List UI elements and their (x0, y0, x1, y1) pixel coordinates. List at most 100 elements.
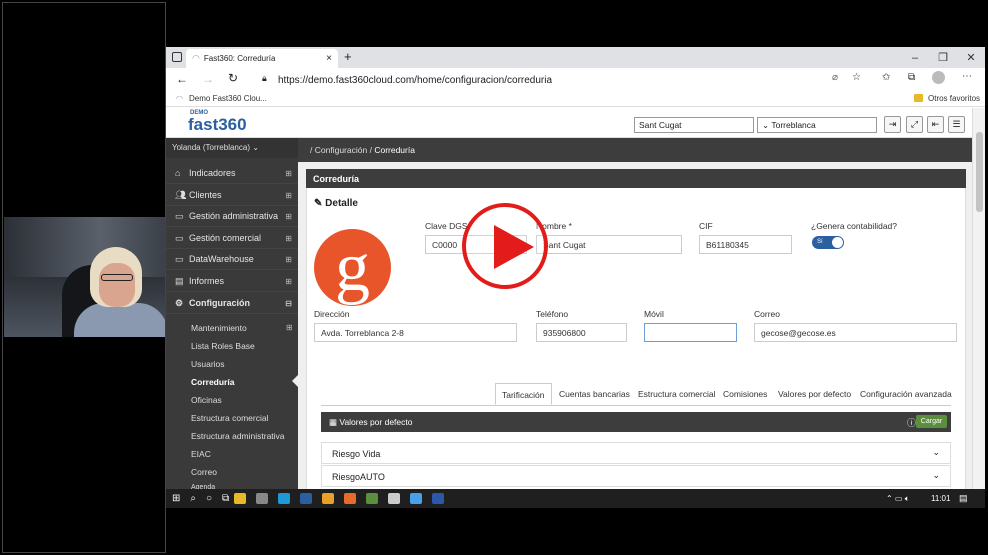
telefono-field[interactable]: 935906800 (536, 323, 627, 342)
sidebar-item-configuracion[interactable]: ⚙ Configuración ⊟ (166, 293, 298, 314)
chevron-down-icon: ⌄ (932, 470, 940, 480)
webcam-video-feed (4, 217, 165, 337)
clave-label: Clave DGS (425, 221, 468, 231)
expand-icon: ⊞ (285, 190, 292, 200)
accordion-riesgo-auto[interactable]: RiesgoAUTO ⌄ (321, 465, 951, 487)
chevron-down-icon: ⌄ (762, 120, 772, 130)
tab-tarificacion[interactable]: Tarificación (495, 383, 552, 405)
other-favorites[interactable]: Otros favoritos (928, 94, 980, 103)
cortana-icon[interactable]: ○ (206, 493, 212, 504)
windows-taskbar: ⊞ ⌕ ○ ⧉ ⌃ ▭ 🔈︎ 11:01 ▤ (166, 489, 985, 508)
refresh-icon[interactable]: ↻ (228, 71, 238, 85)
forward-icon[interactable]: → (202, 72, 214, 86)
windows-start-icon[interactable]: ⊞ (172, 493, 180, 504)
sidebar-item-indicadores[interactable]: ⌂ Indicadores ⊞ (166, 163, 298, 184)
movil-field[interactable] (644, 323, 737, 342)
tab-comisiones[interactable]: Comisiones (723, 383, 767, 405)
sidebar-subitem-active[interactable]: Correduría (191, 377, 234, 387)
contabilidad-label: ¿Genera contabilidad? (811, 221, 898, 231)
tab-valores-por-defecto[interactable]: Valores por defecto (778, 383, 851, 405)
sidebar-item-gestion-administrativa[interactable]: ▭ Gestión administrativa ⊞ (166, 206, 298, 227)
users-icon: 👥︎ (175, 189, 187, 200)
collections-icon[interactable]: ⧉ (908, 72, 915, 83)
back-icon[interactable]: ← (176, 72, 188, 86)
contabilidad-toggle[interactable]: Sí (812, 236, 844, 249)
accordion-riesgo-vida[interactable]: Riesgo Vida ⌄ (321, 442, 951, 464)
sidebar-subitem[interactable]: Lista Roles Base (191, 341, 255, 351)
office-select[interactable]: Sant Cugat (634, 117, 754, 133)
monitor-icon: ▭ (175, 210, 184, 221)
restore-icon[interactable]: ❐ (929, 47, 957, 68)
table-icon: ▦ (329, 417, 340, 427)
search-icon[interactable]: ⌕ (190, 493, 196, 504)
cif-field[interactable]: B61180345 (699, 235, 792, 254)
browser-tab-active[interactable]: ◠ Fast360: Correduría × (186, 49, 338, 68)
logout-icon[interactable]: ⇤ (927, 116, 944, 133)
fast360-logo[interactable]: fast360 (188, 115, 247, 135)
system-tray-icons[interactable]: ⌃ ▭ 🔈︎ (886, 494, 910, 504)
file-icon: ▤ (175, 275, 184, 286)
notifications-icon[interactable]: ▤ (959, 493, 968, 504)
tab-estructura-comercial[interactable]: Estructura comercial (638, 383, 715, 405)
expand-icon: ⊞ (285, 168, 292, 178)
expand-icon: ⊞ (285, 254, 292, 264)
close-window-icon[interactable]: ✕ (957, 47, 985, 68)
sidebar-item-informes[interactable]: ▤ Informes ⊞ (166, 271, 298, 292)
chrome-icon[interactable] (322, 493, 335, 504)
favorite-star-icon[interactable]: ☆ (852, 72, 861, 83)
sidebar-subitem[interactable]: Mantenimiento (191, 323, 247, 333)
app-icon[interactable] (388, 493, 401, 504)
edge-icon[interactable] (278, 493, 291, 504)
cargar-button[interactable]: Cargar (916, 415, 947, 428)
firefox-icon[interactable] (344, 493, 357, 504)
sidebar-item-clientes[interactable]: 👥︎ Clientes ⊞ (166, 185, 298, 206)
sidebar-subitem[interactable]: Oficinas (191, 395, 222, 405)
minimize-icon[interactable]: – (901, 47, 929, 68)
sidebar-subitem[interactable]: Correo (191, 467, 217, 477)
card-title: Correduría (306, 169, 966, 188)
word-icon[interactable] (432, 493, 445, 504)
task-view-icon[interactable]: ⧉ (222, 493, 229, 504)
tab-configuracion-avanzada[interactable]: Configuración avanzada (860, 383, 952, 405)
monitor-icon: ▭ (175, 232, 184, 243)
company-logo: g (314, 229, 391, 306)
sidebar-subitem[interactable]: Usuarios (191, 359, 225, 369)
play-icon (494, 225, 534, 269)
tab-title: Fast360: Correduría (203, 54, 276, 63)
sidebar-item-gestion-comercial[interactable]: ▭ Gestión comercial ⊞ (166, 228, 298, 249)
breadcrumb-parent[interactable]: Configuración (315, 145, 367, 155)
tab-cuentas-bancarias[interactable]: Cuentas bancarias (559, 383, 630, 405)
sidebar-subitem[interactable]: Estructura comercial (191, 413, 268, 423)
tab-close-icon[interactable]: × (326, 53, 332, 64)
sidebar-item-datawarehouse[interactable]: ▭ DataWarehouse ⊞ (166, 249, 298, 270)
fullscreen-icon[interactable]: ⤢ (906, 116, 923, 133)
mail-icon[interactable] (300, 493, 313, 504)
login-icon[interactable]: ⇥ (884, 116, 901, 133)
more-icon[interactable]: ⋯ (962, 71, 972, 82)
branch-select[interactable]: ⌄ Torreblanca (757, 117, 877, 133)
favorite-link[interactable]: Demo Fast360 Clou... (189, 94, 267, 103)
app-icon[interactable] (366, 493, 379, 504)
video-play-button[interactable] (462, 203, 548, 289)
app-icon[interactable] (410, 493, 423, 504)
direccion-field[interactable]: Avda. Torreblanca 2-8 (314, 323, 517, 342)
clock: 11:01 (931, 494, 951, 503)
tab-actions-icon[interactable] (172, 52, 182, 62)
store-icon[interactable] (256, 493, 269, 504)
nombre-field[interactable]: Sant Cugat (536, 235, 682, 254)
new-tab-icon[interactable]: + (344, 49, 352, 64)
page-scrollbar[interactable] (972, 108, 985, 498)
sidebar-subitem[interactable]: Estructura administrativa (191, 431, 285, 441)
sidebar-subitem[interactable]: EIAC (191, 449, 211, 459)
browser-tab-bar: ◠ Fast360: Correduría × + – ❐ ✕ (166, 47, 985, 68)
correo-field[interactable]: gecose@gecose.es (754, 323, 957, 342)
url-bar[interactable]: https://demo.fast360cloud.com/home/confi… (256, 72, 846, 88)
user-menu[interactable]: Yolanda (Torreblanca) ⌄ (166, 138, 298, 158)
section-title: ✎ Detalle (314, 198, 358, 209)
chevron-down-icon: ⌄ (252, 143, 259, 152)
profile-avatar-icon[interactable] (932, 71, 945, 84)
file-explorer-icon[interactable] (234, 493, 247, 504)
info-icon[interactable]: ⓘ (907, 416, 916, 429)
menu-icon[interactable]: ☰ (948, 116, 965, 133)
favorites-icon[interactable]: ✩ (882, 72, 890, 83)
